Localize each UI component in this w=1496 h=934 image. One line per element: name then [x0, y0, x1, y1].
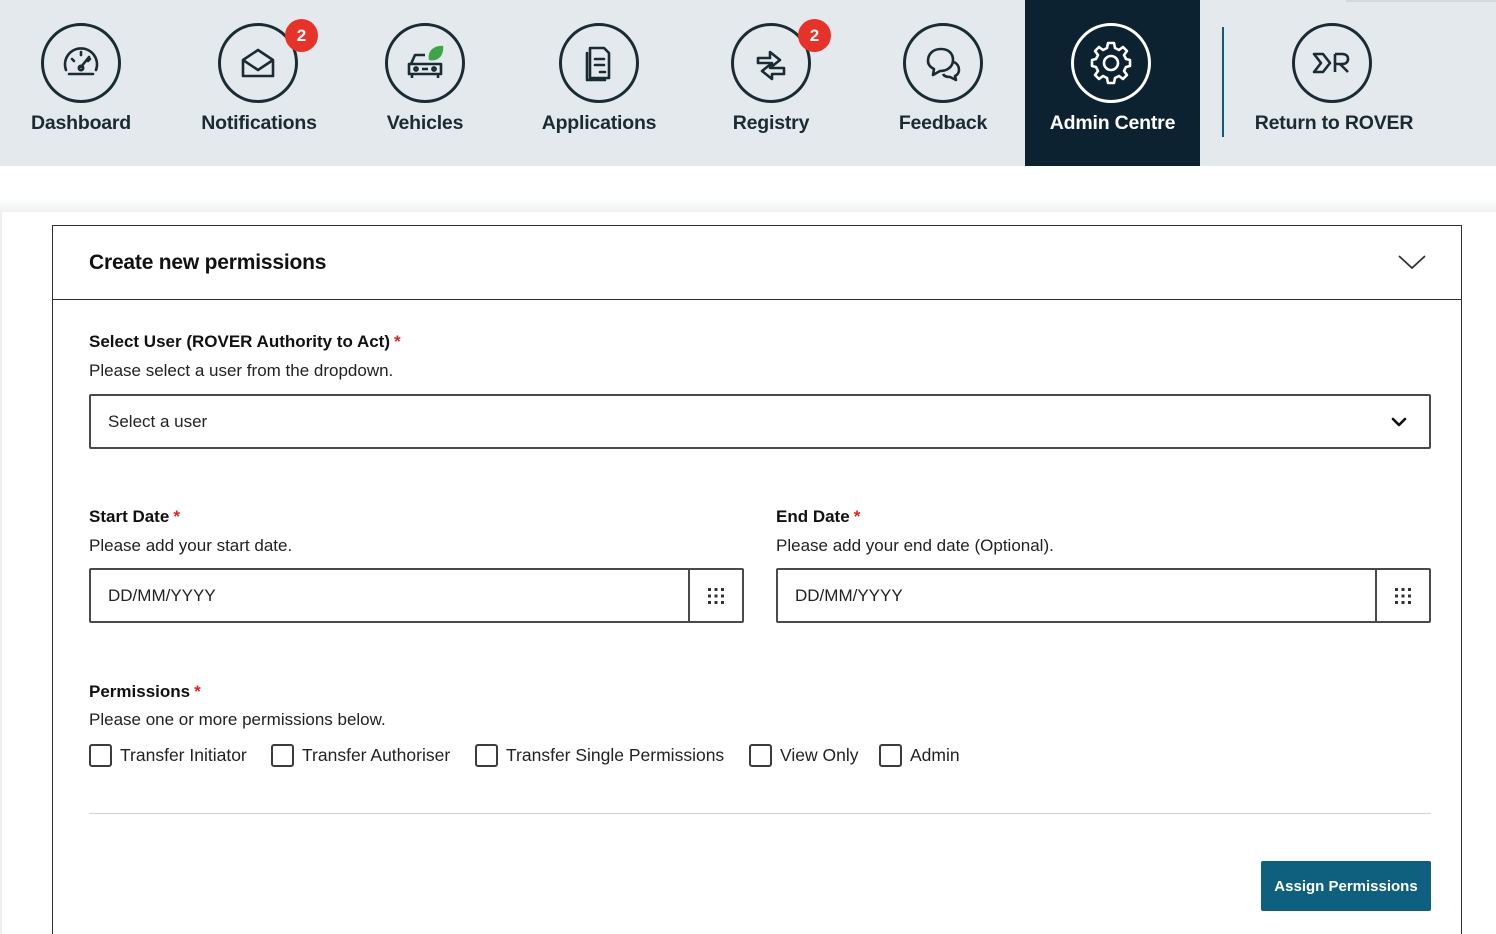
user-select-value: Select a user [108, 412, 208, 431]
permission-transfer-authoriser[interactable]: Transfer Authoriser [271, 741, 450, 769]
document-icon [559, 23, 639, 103]
chevron-down-icon [1398, 255, 1426, 270]
chevron-down-icon [1391, 417, 1407, 427]
collapse-toggle[interactable] [1394, 248, 1430, 276]
nav-label: Vehicles [386, 112, 464, 134]
checkbox[interactable] [89, 743, 112, 767]
permissions-checkbox-group: Transfer Initiator Transfer Authoriser T… [89, 741, 1089, 769]
checkbox[interactable] [749, 743, 772, 767]
rover-logo-icon [1292, 23, 1372, 103]
user-select[interactable]: Select a user [89, 394, 1431, 449]
nav-applications[interactable]: Applications [520, 0, 678, 166]
checkbox-label: Admin [910, 744, 960, 765]
permission-transfer-single[interactable]: Transfer Single Permissions [475, 741, 724, 769]
nav-shadow [0, 166, 1496, 212]
nav-registry[interactable]: 2 Registry [710, 0, 832, 166]
panel-header[interactable]: Create new permissions [53, 226, 1461, 300]
end-date-label: End Date * [776, 507, 861, 526]
nav-label: Registry [732, 112, 810, 134]
permission-view-only[interactable]: View Only [749, 741, 858, 769]
start-date-input[interactable] [91, 570, 689, 621]
nav-feedback[interactable]: Feedback [878, 0, 1008, 166]
checkbox-label: Transfer Authoriser [302, 744, 451, 765]
nav-label: Return to ROVER [1254, 112, 1414, 134]
nav-admin-centre[interactable]: Admin Centre [1025, 0, 1200, 166]
permission-admin[interactable]: Admin [879, 741, 960, 769]
chat-bubbles-icon [903, 23, 983, 103]
checkbox-label: Transfer Single Permissions [506, 744, 725, 765]
permissions-hint: Please one or more permissions below. [89, 710, 386, 729]
eco-vehicle-icon [385, 23, 465, 103]
start-date-field [89, 568, 744, 623]
create-permissions-panel: Create new permissions Select User (ROVE… [52, 225, 1462, 934]
nav-return-to-rover[interactable]: Return to ROVER [1244, 0, 1424, 166]
calendar-grid-icon [1395, 587, 1411, 604]
checkbox[interactable] [271, 743, 294, 767]
form-divider [89, 813, 1431, 814]
nav-notifications[interactable]: 2 Notifications [173, 0, 345, 166]
assign-permissions-button[interactable]: Assign Permissions [1261, 861, 1431, 911]
nav-vehicles[interactable]: Vehicles [354, 0, 496, 166]
nav-label: Admin Centre [1049, 112, 1176, 134]
nav-label: Applications [541, 112, 657, 134]
required-marker: * [394, 332, 401, 351]
end-date-field [776, 568, 1431, 623]
nav-label: Notifications [201, 112, 317, 134]
checkbox[interactable] [475, 743, 498, 767]
select-user-label: Select User (ROVER Authority to Act) * [89, 332, 401, 351]
panel-title: Create new permissions [89, 251, 327, 274]
nav-label: Dashboard [30, 112, 132, 134]
checkbox-label: View Only [780, 744, 859, 765]
end-date-hint: Please add your end date (Optional). [776, 536, 1054, 555]
page-edge [0, 210, 2, 934]
calendar-grid-icon [708, 587, 724, 604]
required-marker: * [194, 682, 201, 701]
select-user-hint: Please select a user from the dropdown. [89, 361, 394, 380]
checkbox[interactable] [879, 743, 902, 767]
gear-icon [1071, 23, 1151, 103]
start-date-calendar-button[interactable] [688, 570, 742, 621]
notification-count-badge: 2 [285, 19, 318, 52]
registry-count-badge: 2 [798, 19, 831, 52]
nav-dashboard[interactable]: Dashboard [0, 0, 162, 166]
start-date-label: Start Date * [89, 507, 180, 526]
top-navigation: Dashboard 2 Notifications Vehicles Appli… [0, 0, 1496, 166]
nav-divider [1222, 27, 1224, 137]
nav-label: Feedback [898, 112, 988, 134]
permissions-label: Permissions * [89, 682, 201, 701]
end-date-input[interactable] [778, 570, 1376, 621]
checkbox-label: Transfer Initiator [120, 744, 247, 765]
speedometer-icon [41, 23, 121, 103]
permission-transfer-initiator[interactable]: Transfer Initiator [89, 741, 247, 769]
required-marker: * [173, 507, 180, 526]
start-date-hint: Please add your start date. [89, 536, 293, 555]
end-date-calendar-button[interactable] [1375, 570, 1429, 621]
required-marker: * [853, 507, 861, 526]
